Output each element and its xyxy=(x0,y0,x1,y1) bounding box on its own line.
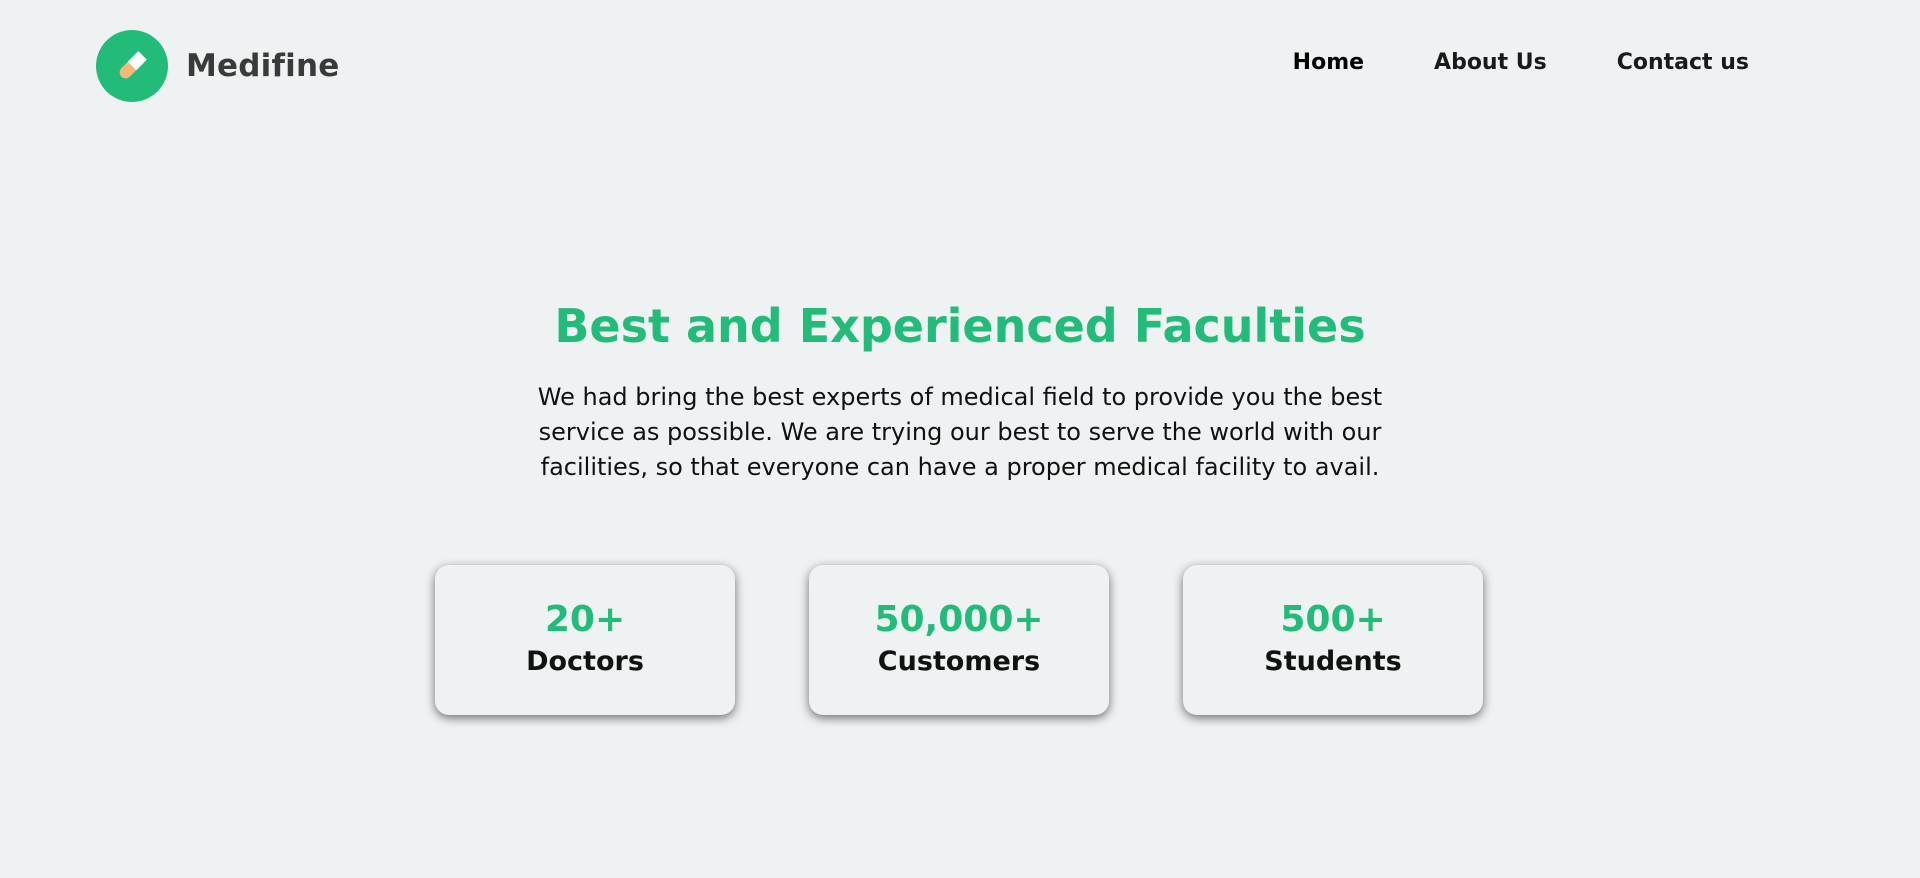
stat-label: Customers xyxy=(877,646,1041,677)
nav-home-link[interactable]: Home xyxy=(1293,50,1364,75)
page: Medifine Home About Us Contact us Best a… xyxy=(0,0,1920,878)
stats-section: 20+ Doctors 50,000+ Customers 500+ Stude… xyxy=(435,565,1483,715)
stat-value: 500+ xyxy=(1280,599,1386,640)
hero-title: Best and Experienced Faculties xyxy=(554,299,1366,353)
brand-name: Medifine xyxy=(186,48,340,84)
stat-card-doctors: 20+ Doctors xyxy=(435,565,735,715)
stat-card-students: 500+ Students xyxy=(1183,565,1483,715)
stat-value: 50,000+ xyxy=(874,599,1044,640)
stat-value: 20+ xyxy=(544,599,626,640)
nav-about-link[interactable]: About Us xyxy=(1434,50,1547,75)
logo-badge xyxy=(96,30,168,102)
stat-label: Students xyxy=(1264,646,1402,677)
pill-icon xyxy=(119,51,147,79)
stat-card-customers: 50,000+ Customers xyxy=(809,565,1109,715)
hero-section: Best and Experienced Faculties We had br… xyxy=(0,292,1920,485)
stat-label: Doctors xyxy=(526,646,644,677)
main-nav: Home About Us Contact us xyxy=(1293,50,1749,75)
brand-logo-link[interactable]: Medifine xyxy=(96,30,340,102)
site-header: Medifine Home About Us Contact us xyxy=(0,0,1920,134)
hero-description: We had bring the best experts of medical… xyxy=(537,383,1383,481)
nav-contact-link[interactable]: Contact us xyxy=(1617,50,1749,75)
